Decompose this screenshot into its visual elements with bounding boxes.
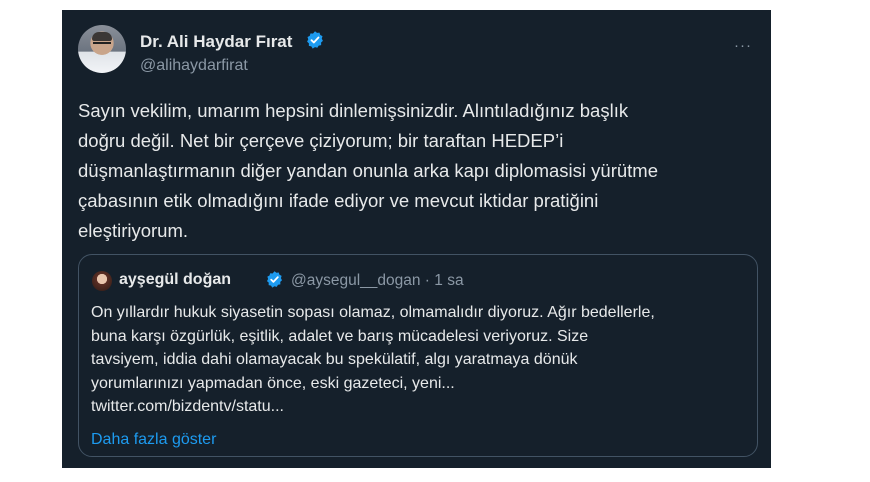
quoted-tweet-text: On yıllardır hukuk siyasetin sopası olam… <box>91 301 751 419</box>
quoted-author-name[interactable]: ayşegül doğan <box>119 271 231 289</box>
quoted-text-line: tavsiyem, iddia dahi olamayacak bu spekü… <box>91 351 578 368</box>
quoted-verified-badge-icon <box>266 271 283 288</box>
more-options-icon[interactable]: ··· <box>734 37 752 54</box>
show-more-link[interactable]: Daha fazla göster <box>91 431 216 449</box>
quoted-text-line: buna karşı özgürlük, eşitlik, adalet ve … <box>91 327 589 345</box>
verified-badge-icon <box>307 31 323 49</box>
quoted-tweet[interactable]: ayşegül doğan @aysegul__dogan · 1 sa On … <box>78 254 758 457</box>
tweet-text-line: eleştiriyorum. <box>78 220 188 241</box>
tweet-text-line: doğru değil. Net bir çerçeve çiziyorum; … <box>78 130 564 151</box>
tweet-text-line: çabasının etik olmadığını ifade ediyor v… <box>78 190 599 211</box>
quoted-text-link[interactable]: twitter.com/bizdentv/statu... <box>91 395 751 419</box>
tweet-card: Dr. Ali Haydar Fırat @alihaydarfirat ···… <box>62 10 771 468</box>
tweet-text: Sayın vekilim, umarım hepsini dinlemişsi… <box>78 96 768 246</box>
avatar-glasses <box>93 42 111 48</box>
avatar-hair <box>92 32 112 41</box>
quoted-text-line: On yıllardır hukuk siyasetin sopası olam… <box>91 304 655 321</box>
author-handle[interactable]: @alihaydarfirat <box>140 57 248 75</box>
author-name[interactable]: Dr. Ali Haydar Fırat <box>140 32 292 52</box>
quoted-text-line: yorumlarınızı yapmadan önce, eski gazete… <box>91 374 455 392</box>
tweet-text-line: düşmanlaştırmanın diğer yandan onunla ar… <box>78 160 658 181</box>
author-avatar[interactable] <box>78 25 126 73</box>
quoted-author-handle-time[interactable]: @aysegul__dogan · 1 sa <box>291 272 464 290</box>
quoted-author-avatar[interactable] <box>92 271 112 291</box>
tweet-text-line: Sayın vekilim, umarım hepsini dinlemişsi… <box>78 100 629 121</box>
